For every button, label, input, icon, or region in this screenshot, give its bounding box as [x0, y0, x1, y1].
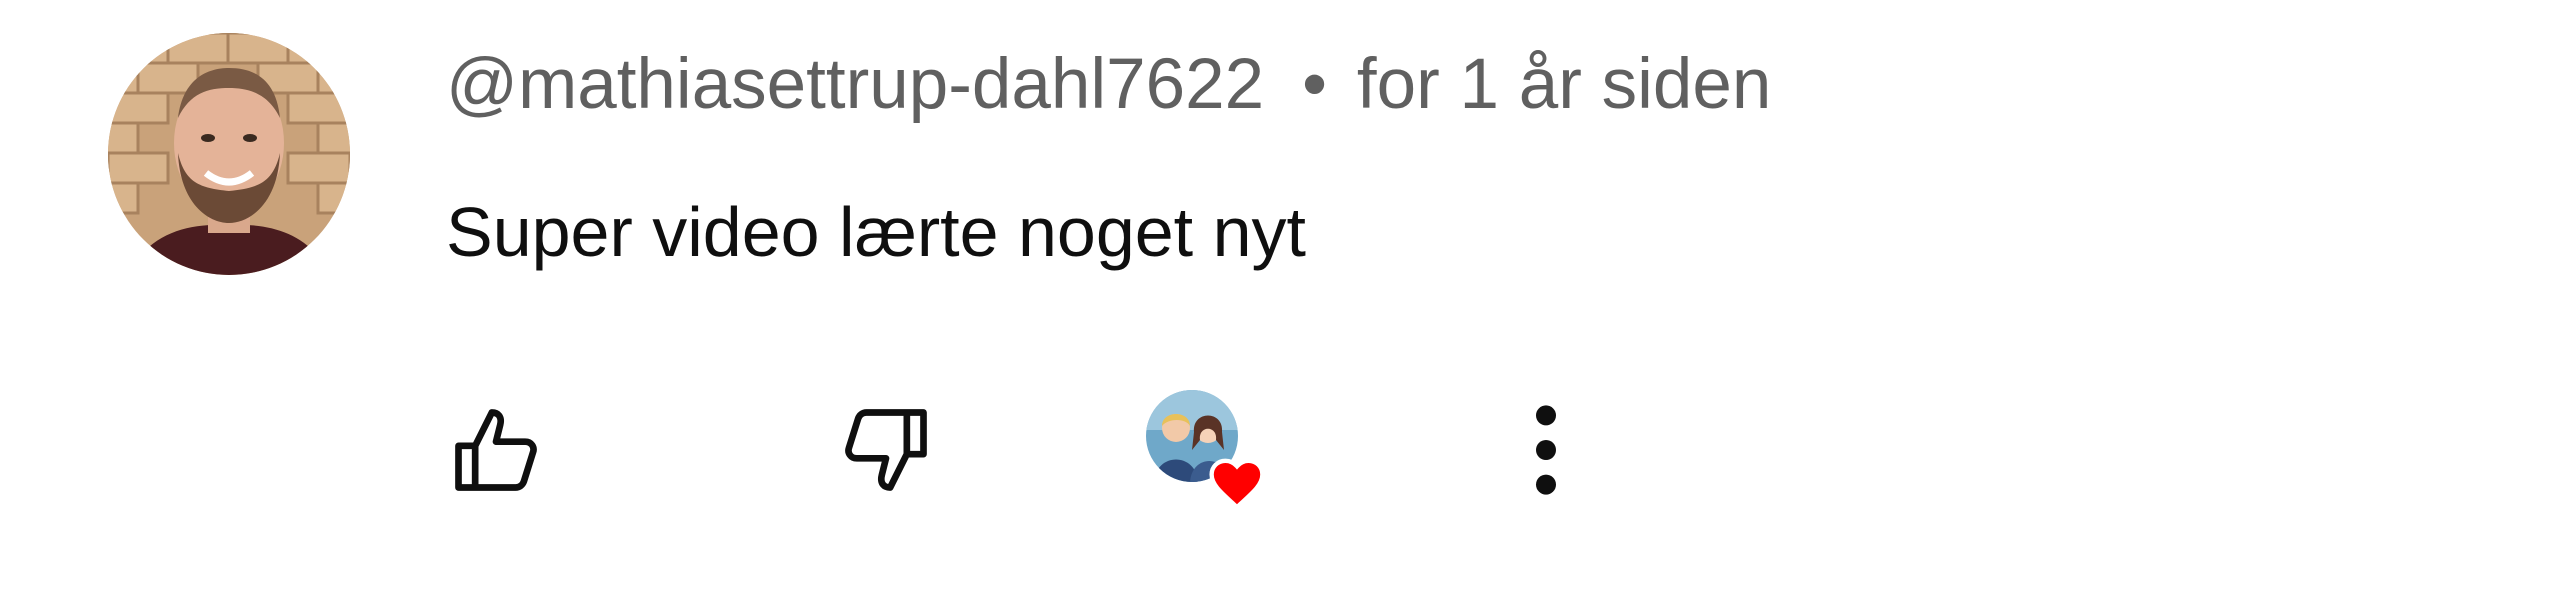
comment-text: Super video lærte noget nyt — [446, 193, 1306, 271]
more-vert-icon — [1536, 405, 1556, 495]
comment-timestamp[interactable]: for 1 år siden — [1357, 45, 1771, 124]
creator-heart-icon — [1209, 458, 1265, 510]
creator-heart-badge[interactable] — [1126, 380, 1286, 520]
thumbs-down-icon — [845, 409, 927, 491]
comment-thread: @mathiasettrup-dahl7622 • for 1 år siden S… — [0, 0, 2560, 600]
comment-action-bar — [446, 380, 1646, 520]
avatar-photo-icon — [108, 33, 350, 275]
like-button[interactable] — [416, 380, 576, 520]
more-actions-button[interactable] — [1476, 380, 1616, 520]
author-avatar[interactable] — [108, 33, 350, 275]
meta-separator: • — [1302, 45, 1327, 124]
comment-header: @mathiasettrup-dahl7622 • for 1 år siden — [446, 38, 1771, 132]
author-name[interactable]: @mathiasettrup-dahl7622 — [446, 45, 1264, 124]
thumbs-up-icon — [455, 409, 537, 491]
dislike-button[interactable] — [806, 380, 966, 520]
creator-avatar-wrap — [1146, 390, 1266, 510]
